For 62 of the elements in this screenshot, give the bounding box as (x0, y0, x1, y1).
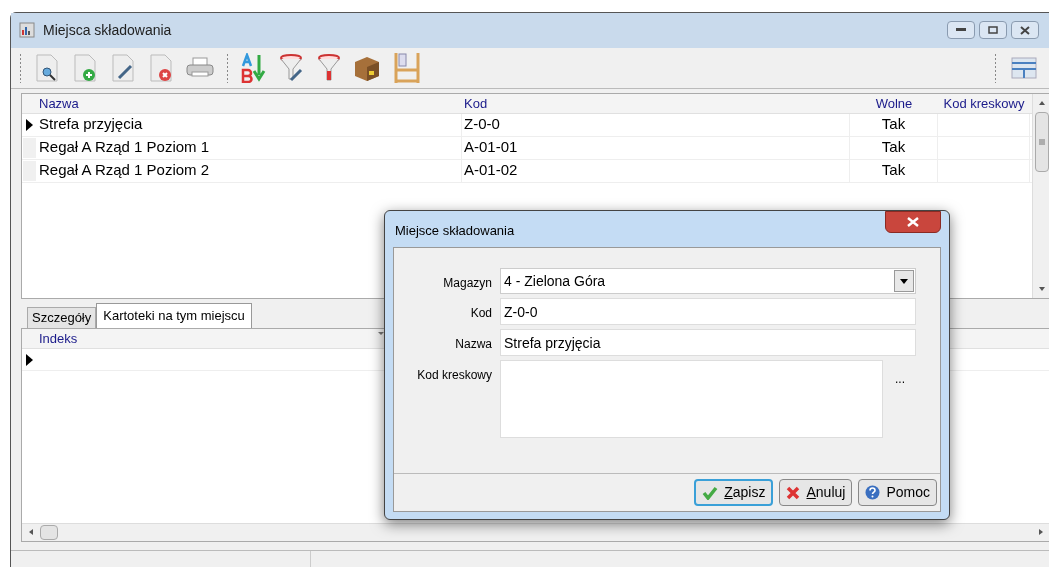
cross-icon (786, 485, 801, 500)
field-value: 4 - Zielona Góra (504, 271, 606, 291)
scroll-thumb[interactable] (1034, 111, 1049, 172)
minimize-icon (956, 28, 966, 33)
input-field[interactable]: Strefa przyjęcia (500, 329, 916, 356)
dialog-title: Miejsce składowania (395, 222, 515, 241)
help-icon (865, 485, 881, 500)
grip-icon (1038, 138, 1045, 145)
maximize-icon (988, 26, 998, 35)
document-search-icon[interactable] (34, 53, 60, 82)
field-label: Kod kreskowy (416, 367, 493, 384)
caret-icon (900, 278, 908, 284)
column-header[interactable]: Kod (462, 93, 850, 113)
tab[interactable]: Szczegóły (27, 306, 97, 328)
horizontal-scrollbar[interactable] (22, 522, 1049, 541)
toolbar-separator (994, 52, 997, 83)
table-cell: Z-0-0 (462, 113, 850, 136)
close-icon (907, 217, 919, 227)
column-header[interactable]: Indeks (37, 328, 377, 348)
table-cell: A-01-02 (462, 159, 850, 182)
checkmark-icon (702, 485, 719, 500)
filter-edit-icon[interactable] (279, 53, 305, 82)
field-label: Magazyn (442, 275, 493, 292)
document-add-icon[interactable] (72, 53, 98, 82)
table-cell: Regał A Rząd 1 Poziom 1 (37, 136, 462, 159)
browse-button[interactable]: ... (895, 370, 905, 388)
table-cell: Regał A Rząd 1 Poziom 2 (37, 159, 462, 182)
printer-icon[interactable] (186, 56, 214, 79)
toolbar-separator (226, 52, 229, 83)
maximize-button[interactable] (979, 21, 1007, 40)
table-cell: Strefa przyjęcia (37, 113, 462, 136)
table-cell: Tak (850, 113, 938, 136)
table-cell: A-01-01 (462, 136, 850, 159)
dropdown-button[interactable] (894, 270, 914, 292)
table-cell: Tak (850, 136, 938, 159)
close-icon (1020, 25, 1030, 35)
filter-icon[interactable] (317, 53, 341, 82)
table-cell: Tak (850, 159, 938, 182)
window-title: Miejsca składowania (43, 20, 172, 40)
layout-icon[interactable] (1011, 56, 1037, 79)
save-button[interactable]: Zapisz (694, 479, 774, 506)
dropdown-field[interactable]: 4 - Zielona Góra (500, 268, 916, 294)
box-icon[interactable] (353, 54, 381, 81)
close-button[interactable] (885, 211, 941, 233)
field-label: Kod (469, 305, 493, 322)
document-delete-icon[interactable] (148, 53, 174, 82)
field-label: Nazwa (454, 336, 493, 353)
close-button[interactable] (1011, 21, 1039, 40)
document-edit-icon[interactable] (110, 53, 136, 82)
minimize-button[interactable] (947, 21, 975, 40)
toolbar-grip (19, 52, 22, 83)
vertical-scrollbar[interactable] (1032, 93, 1049, 298)
column-header[interactable]: Nazwa (37, 93, 462, 113)
column-header[interactable]: Kod kreskowy (938, 93, 1030, 113)
cancel-button[interactable]: Anuluj (779, 479, 853, 506)
app-icon (19, 22, 35, 39)
column-header[interactable]: Wolne (850, 93, 938, 113)
sort-icon[interactable] (241, 52, 267, 83)
scroll-thumb[interactable] (40, 524, 58, 540)
tab[interactable]: Kartoteki na tym miejscu (96, 302, 252, 328)
help-button[interactable]: Pomoc (858, 479, 937, 506)
input-field[interactable]: Z-0-0 (500, 298, 916, 325)
